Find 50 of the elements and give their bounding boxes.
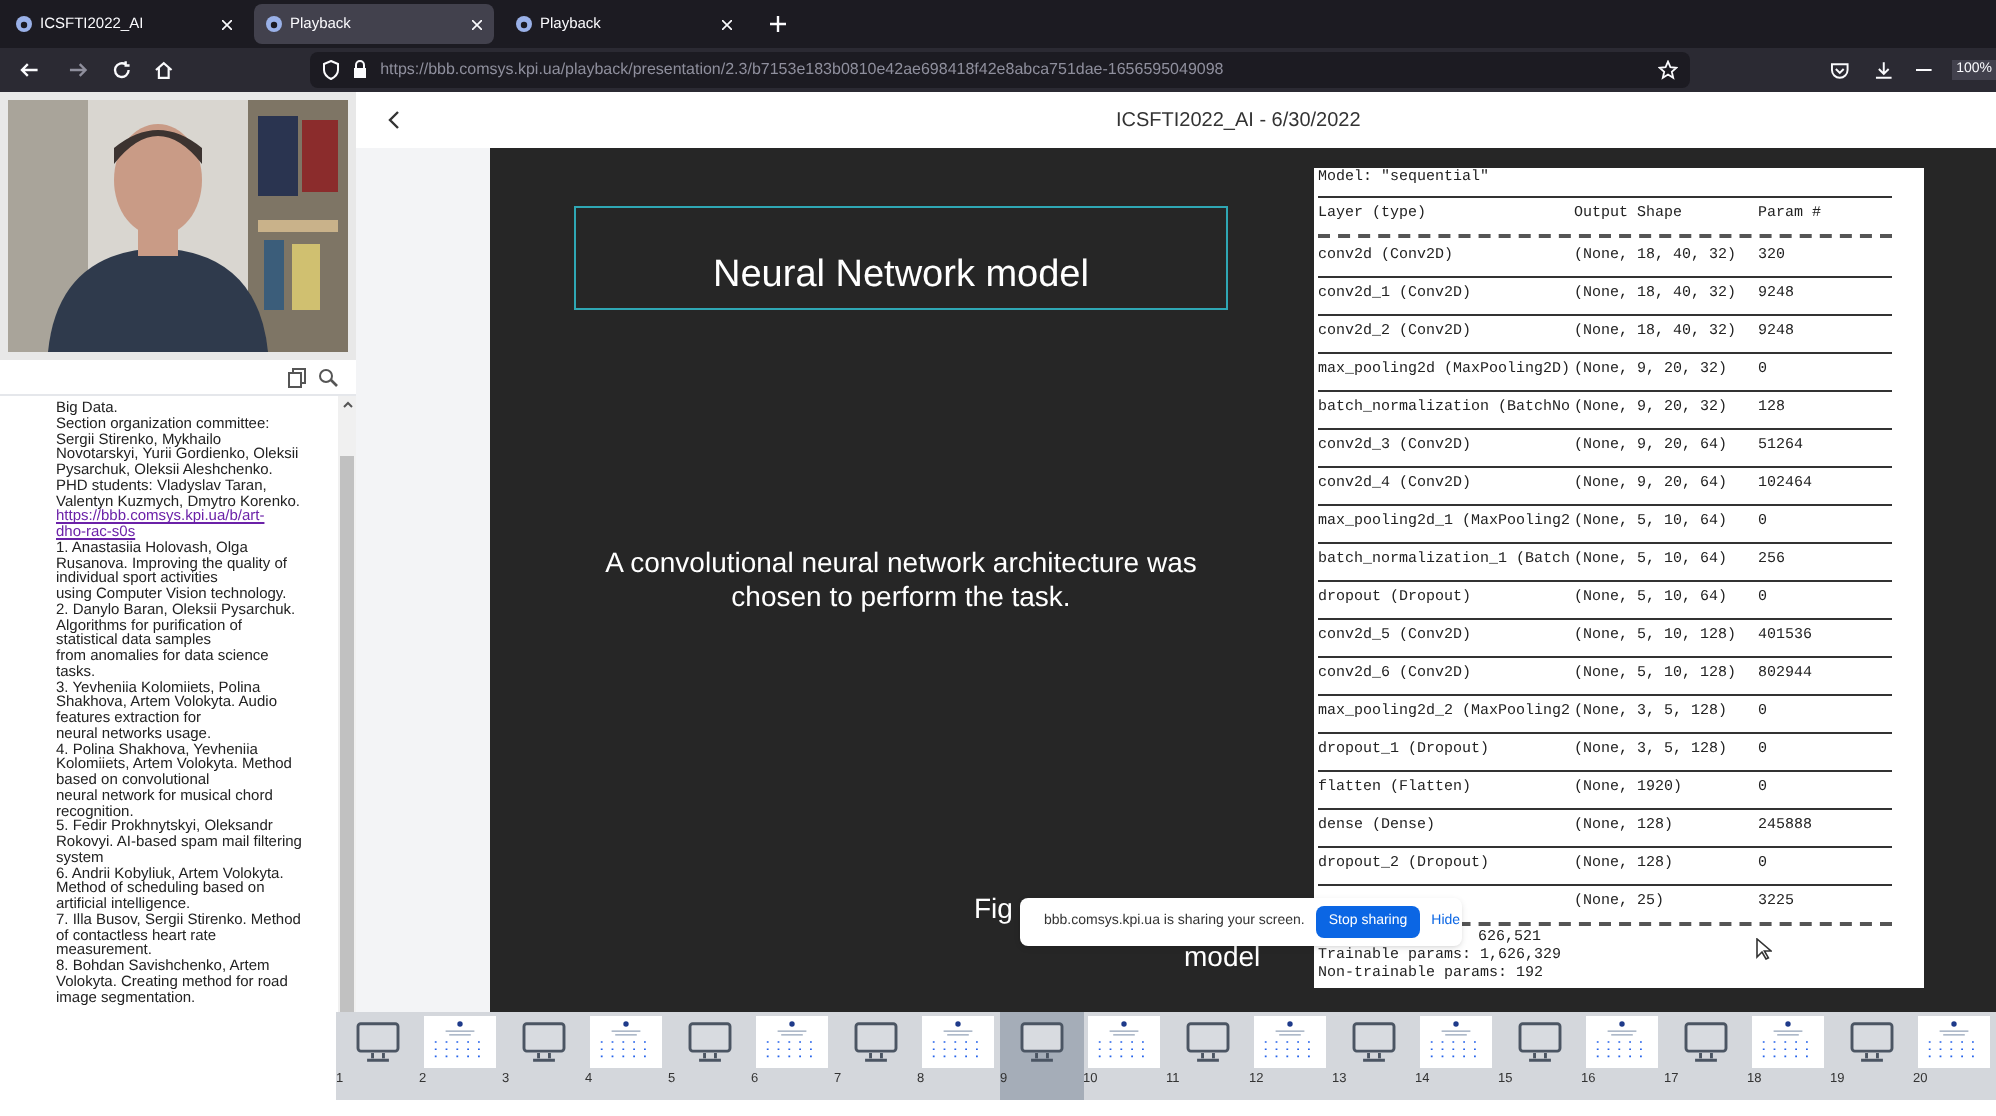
recording-title: ICSFTI2022_AI - 6/30/2022 xyxy=(1116,107,1361,135)
monitor-icon xyxy=(355,1022,400,1062)
slide-title: Neural Network model xyxy=(574,206,1228,310)
minimize-icon[interactable] xyxy=(1916,68,1933,72)
back-icon[interactable] xyxy=(20,60,40,80)
slide-thumbnail-icon xyxy=(1586,1016,1659,1068)
slide-thumbnail-icon xyxy=(922,1016,995,1068)
search-chat-icon[interactable] xyxy=(318,367,340,387)
slide-thumbnail-icon xyxy=(1918,1016,1991,1068)
address-bar[interactable]: https://bbb.comsys.kpi.ua/playback/presentation/2.3/b7153e183b0810e42ae698418f42e8abca751dae-1656595049098 xyxy=(310,52,1690,88)
close-icon[interactable] xyxy=(472,19,482,29)
figure-caption: Fig xyxy=(974,894,1013,922)
pocket-icon[interactable] xyxy=(1829,61,1850,79)
forward-icon[interactable] xyxy=(67,60,88,80)
close-icon[interactable] xyxy=(722,19,732,29)
figure-caption: model xyxy=(1184,942,1261,970)
slide-thumbnail-icon xyxy=(424,1016,497,1068)
shield-icon xyxy=(322,60,341,80)
new-tab-icon[interactable] xyxy=(770,16,786,32)
site-icon xyxy=(516,16,532,32)
site-icon xyxy=(266,16,282,32)
monitor-icon xyxy=(521,1022,566,1062)
monitor-icon xyxy=(1019,1022,1064,1062)
slide-thumbnail-icon xyxy=(1088,1016,1161,1068)
star-icon[interactable] xyxy=(1657,60,1678,80)
slide-thumbnail-icon xyxy=(1254,1016,1327,1068)
monitor-icon xyxy=(1351,1022,1396,1062)
copy-icon[interactable] xyxy=(288,367,306,387)
monitor-icon xyxy=(1185,1022,1230,1062)
download-icon[interactable] xyxy=(1873,60,1893,80)
monitor-icon xyxy=(1517,1022,1562,1062)
slide-text: A convolutional neural network architecture was chosen to perform the task. xyxy=(603,546,1199,614)
slide-thumbnail-icon xyxy=(1752,1016,1825,1068)
home-icon[interactable] xyxy=(154,60,175,80)
scroll-up-icon[interactable] xyxy=(341,400,353,408)
close-icon[interactable] xyxy=(222,19,232,29)
monitor-icon xyxy=(687,1022,732,1062)
lock-icon xyxy=(352,60,369,80)
reload-icon[interactable] xyxy=(111,60,131,80)
url-text: https://bbb.comsys.kpi.ua/playback/presentation/2.3/b7153e183b0810e42ae698418f42e8abca751dae-1656595049098 xyxy=(380,58,1226,82)
scrollbar-thumb[interactable] xyxy=(340,456,354,1012)
slide-thumbnail-icon xyxy=(1420,1016,1493,1068)
monitor-icon xyxy=(1683,1022,1728,1062)
slide-thumbnail-icon xyxy=(756,1016,829,1068)
back-chevron-icon[interactable] xyxy=(388,110,400,130)
mouse-cursor-icon xyxy=(1756,938,1772,960)
monitor-icon xyxy=(853,1022,898,1062)
monitor-icon xyxy=(1849,1022,1894,1062)
slide-thumbnail-icon xyxy=(590,1016,663,1068)
site-icon xyxy=(16,16,32,32)
